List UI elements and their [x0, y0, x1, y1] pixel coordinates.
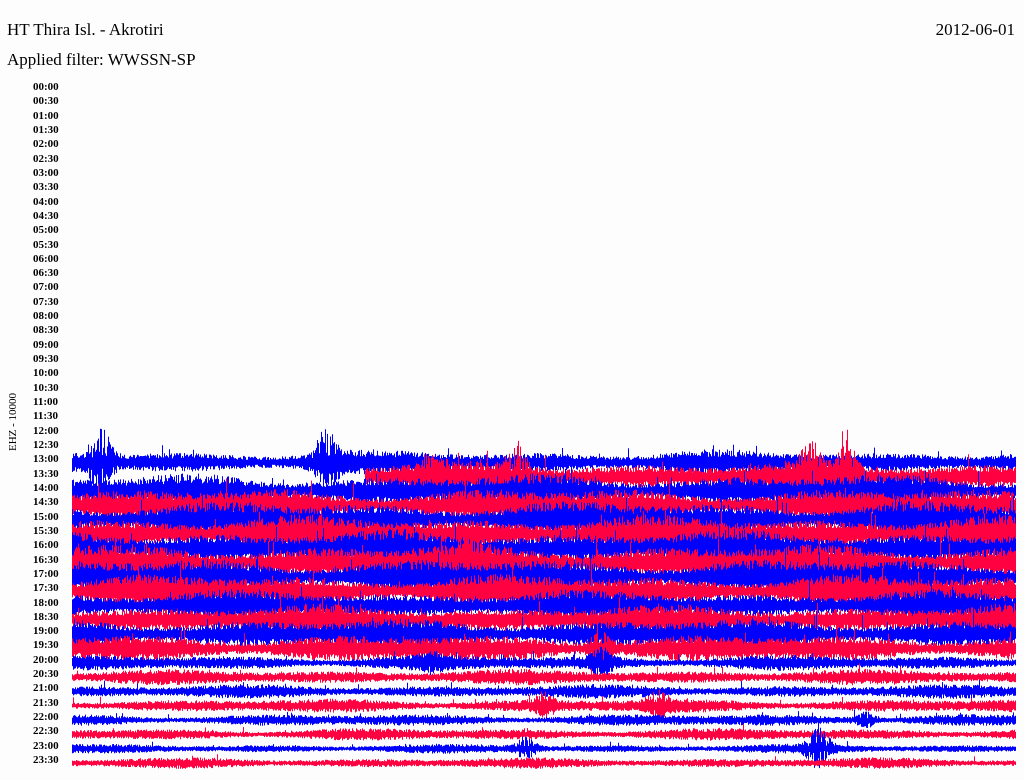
seismogram-traces: [72, 428, 1016, 769]
trace-row-2330: [72, 754, 1016, 769]
trace-row-2230: [72, 724, 1016, 741]
helicorder-plot: HT Thira Isl. - Akrotiri 2012-06-01 Appl…: [0, 0, 1024, 780]
